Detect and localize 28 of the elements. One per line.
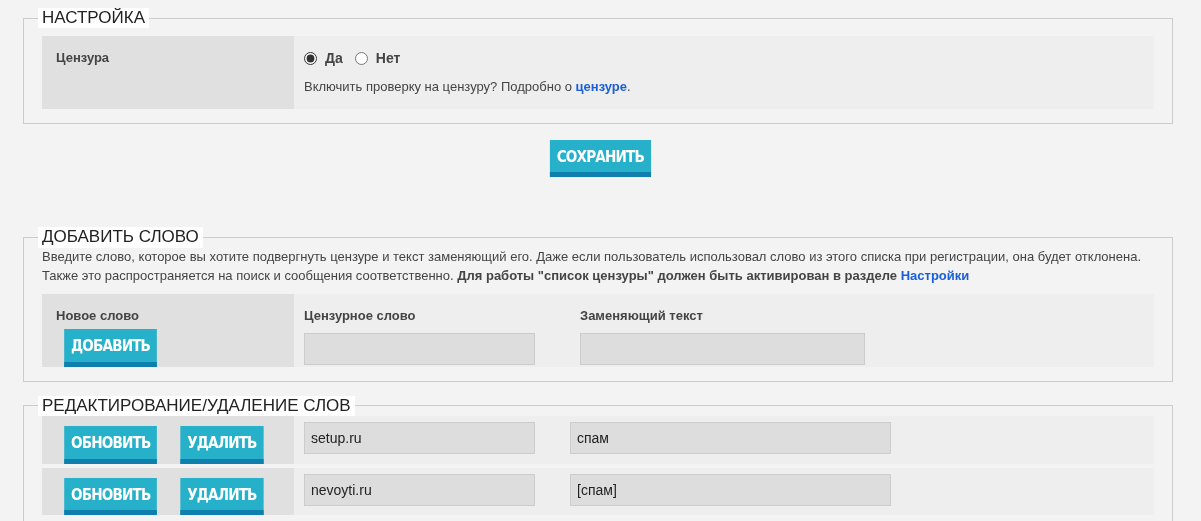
field-label: Новое слово [56, 306, 140, 325]
add-button[interactable]: ДОБАВИТЬ [64, 329, 157, 367]
delete-button[interactable]: УДАЛИТЬ [180, 477, 264, 516]
update-button[interactable]: ОБНОВИТЬ [64, 426, 158, 464]
hint-text: Включить проверку на цензуру? Подробно о [304, 78, 573, 97]
field-label: Заменяющий текст [580, 306, 704, 325]
radio-button[interactable] [354, 52, 368, 66]
text-field[interactable]: [спам] [570, 473, 891, 506]
text-field[interactable]: спам [570, 422, 891, 455]
update-button[interactable]: ОБНОВИТЬ [64, 477, 158, 516]
save-button[interactable]: СОХРАНИТЬ [550, 139, 651, 178]
section-title: НАСТРОЙКА [38, 8, 149, 29]
text-field[interactable]: setup.ru [304, 422, 535, 455]
field-label: Цензурное слово [304, 306, 417, 325]
text-field[interactable] [304, 333, 535, 366]
radio-label: Да [325, 49, 343, 69]
delete-button[interactable]: УДАЛИТЬ [180, 426, 264, 464]
radio-button[interactable] [304, 52, 317, 66]
settings-link[interactable]: Настройки [900, 267, 970, 283]
punctuation: . [627, 78, 631, 97]
text-field[interactable] [580, 333, 865, 366]
field-label: Цензура [42, 36, 294, 109]
censorship-link[interactable]: цензуре [575, 77, 627, 97]
text-field[interactable]: nevoyti.ru [304, 473, 535, 506]
section-title: ДОБАВИТЬ СЛОВО [38, 227, 203, 248]
radio-label: Нет [375, 49, 401, 69]
section-title: РЕДАКТИРОВАНИЕ/УДАЛЕНИЕ СЛОВ [38, 395, 355, 417]
description-text: Введите слово, которое вы хотите подвергнуть цензуре и текст заменяющий его. Даже если пользователь использовал слово из этого списка при регистрации, она будет отклонена. Также это распространяется на поиск и сообщения соответственно. Для работы "список цензуры" должен быть активирован в разделе Настройки [42, 247, 1143, 285]
